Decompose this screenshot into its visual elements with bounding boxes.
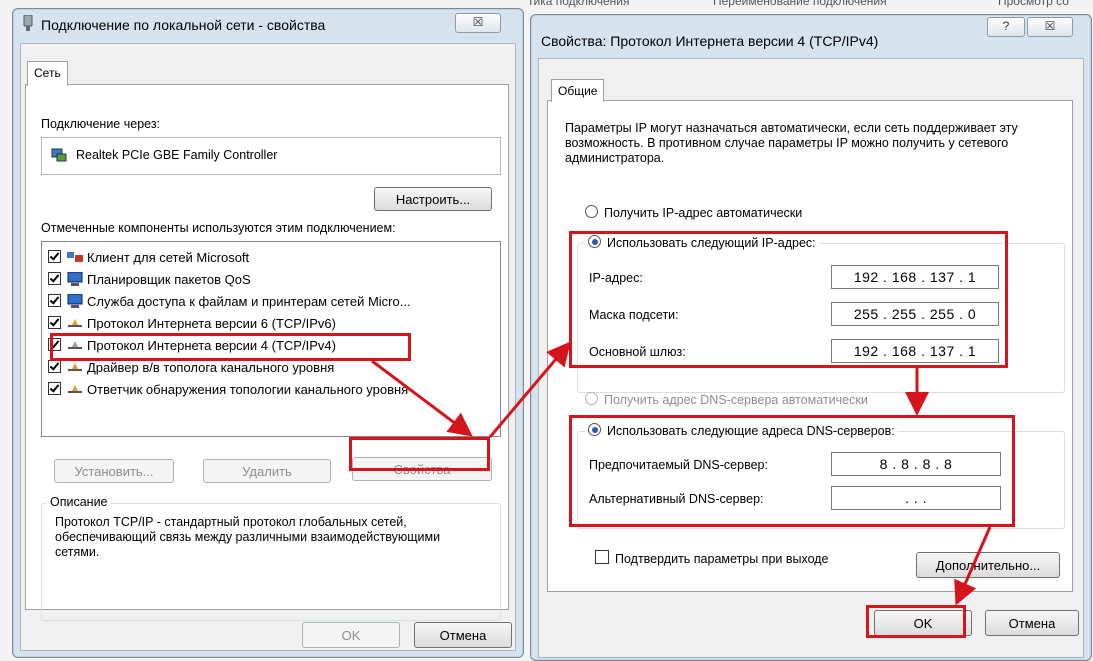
component-label: Ответчик обнаружения топологии канальног… xyxy=(87,382,409,397)
window-client: Общие Параметры IP могут назначаться авт… xyxy=(538,58,1084,658)
components-label: Отмеченные компоненты используются этим … xyxy=(41,221,396,235)
checkbox[interactable] xyxy=(48,272,61,285)
title-bar: Свойства: Протокол Интернета версии 4 (T… xyxy=(531,15,1091,49)
checkbox[interactable] xyxy=(48,338,61,351)
manual-ip-label: Использовать следующий IP-адрес: xyxy=(607,236,816,250)
component-label: Драйвер в/в тополога канального уровня xyxy=(87,360,335,375)
adapter-box: Realtek PCIe GBE Family Controller xyxy=(41,137,501,175)
list-item[interactable]: Драйвер в/в тополога канального уровня xyxy=(48,357,334,379)
protocol-icon xyxy=(67,337,83,351)
component-label: Планировщик пакетов QoS xyxy=(87,272,251,287)
alternate-dns-label: Альтернативный DNS-сервер: xyxy=(589,492,764,506)
connect-via-label: Подключение через: xyxy=(41,117,161,131)
gateway-label: Основной шлюз: xyxy=(589,345,686,359)
checkbox[interactable] xyxy=(48,382,61,395)
manual-dns-option[interactable]: Использовать следующие адреса DNS-сервер… xyxy=(585,423,898,438)
list-item[interactable]: Протокол Интернета версии 4 (TCP/IPv4) xyxy=(48,335,336,357)
cancel-button[interactable]: Отмена xyxy=(985,610,1079,636)
components-list: Клиент для сетей Microsoft Планировщик п… xyxy=(41,241,501,437)
ip-address-label: IP-адрес: xyxy=(589,271,643,285)
window-title: Подключение по локальной сети - свойства xyxy=(41,17,326,33)
checkbox[interactable] xyxy=(48,360,61,373)
bg-title-3: Просмотр со xyxy=(998,0,1069,8)
tab-general[interactable]: Общие xyxy=(551,79,605,102)
validate-option[interactable]: Подтвердить параметры при выходе xyxy=(595,550,829,566)
bg-title-1: тика подключения xyxy=(528,0,630,8)
radio-button[interactable] xyxy=(585,392,598,405)
list-item[interactable]: Служба доступа к файлам и принтерам сете… xyxy=(48,291,411,313)
subnet-mask-input[interactable]: 255 . 255 . 255 . 0 xyxy=(831,302,999,326)
protocol-icon xyxy=(67,381,83,395)
preferred-dns-input[interactable]: 8 . 8 . 8 . 8 xyxy=(831,452,1001,476)
description-title: Описание xyxy=(47,495,111,509)
radio-button[interactable] xyxy=(588,423,601,436)
checkbox[interactable] xyxy=(48,294,61,307)
checkbox[interactable] xyxy=(595,550,609,564)
ok-button[interactable]: OK xyxy=(874,610,972,636)
auto-dns-option[interactable]: Получить адрес DNS-сервера автоматически xyxy=(585,392,868,407)
alternate-dns-input[interactable]: . . . xyxy=(831,486,1001,510)
protocol-icon xyxy=(67,359,83,373)
intro-text: Параметры IP могут назначаться автоматич… xyxy=(565,121,1018,165)
network-adapter-icon xyxy=(51,148,67,162)
radio-button[interactable] xyxy=(588,235,601,248)
preferred-dns-label: Предпочитаемый DNS-сервер: xyxy=(589,458,768,472)
component-label: Протокол Интернета версии 6 (TCP/IPv6) xyxy=(87,316,336,331)
ipv4-properties-window: Свойства: Протокол Интернета версии 4 (T… xyxy=(530,14,1092,661)
description-text: Протокол TCP/IP - стандартный протокол г… xyxy=(55,515,441,559)
cancel-button[interactable]: Отмена xyxy=(414,622,512,648)
help-button[interactable]: ? xyxy=(987,17,1025,37)
computer-icon xyxy=(67,293,83,308)
close-button[interactable]: ☒ xyxy=(1027,17,1073,37)
validate-label: Подтвердить параметры при выходе xyxy=(615,552,829,566)
dns-group xyxy=(577,431,1065,529)
bg-title-2: Переименование подключения xyxy=(713,0,887,8)
list-item[interactable]: Протокол Интернета версии 6 (TCP/IPv6) xyxy=(48,313,336,335)
window-title: Свойства: Протокол Интернета версии 4 (T… xyxy=(541,33,879,49)
background-window-titles: тика подключения Переименование подключе… xyxy=(528,0,1093,14)
configure-button[interactable]: Настроить... xyxy=(374,187,492,211)
auto-ip-label: Получить IP-адрес автоматически xyxy=(604,206,803,220)
title-bar: Подключение по локальной сети - свойства… xyxy=(13,9,523,39)
remove-button[interactable]: Удалить xyxy=(203,459,331,483)
auto-ip-option[interactable]: Получить IP-адрес автоматически xyxy=(585,205,802,220)
protocol-icon xyxy=(67,315,83,329)
component-label: Служба доступа к файлам и принтерам сете… xyxy=(87,294,411,309)
list-item[interactable]: Планировщик пакетов QoS xyxy=(48,269,251,291)
list-item[interactable]: Ответчик обнаружения топологии канальног… xyxy=(48,379,408,401)
auto-dns-label: Получить адрес DNS-сервера автоматически xyxy=(604,393,868,407)
manual-dns-label: Использовать следующие адреса DNS-сервер… xyxy=(607,424,895,438)
radio-button[interactable] xyxy=(585,205,598,218)
ip-address-input[interactable]: 192 . 168 . 137 . 1 xyxy=(831,265,999,289)
list-item[interactable]: Клиент для сетей Microsoft xyxy=(48,247,249,269)
window-client: Сеть Подключение через: Realtek PCIe GBE… xyxy=(20,43,516,651)
checkbox[interactable] xyxy=(48,316,61,329)
close-button[interactable]: ☒ xyxy=(455,13,501,33)
adapter-name: Realtek PCIe GBE Family Controller xyxy=(76,148,278,162)
advanced-button[interactable]: Дополнительно... xyxy=(916,552,1060,578)
network-adapter-icon xyxy=(23,14,33,31)
properties-button[interactable]: Свойства xyxy=(352,457,492,481)
tab-network[interactable]: Сеть xyxy=(27,61,68,86)
manual-ip-option[interactable]: Использовать следующий IP-адрес: xyxy=(585,235,819,250)
ok-button[interactable]: OK xyxy=(302,622,400,648)
checkbox[interactable] xyxy=(48,250,61,263)
install-button[interactable]: Установить... xyxy=(54,459,174,483)
component-label: Протокол Интернета версии 4 (TCP/IPv4) xyxy=(87,338,336,353)
component-label: Клиент для сетей Microsoft xyxy=(87,250,250,265)
computer-icon xyxy=(67,271,83,286)
lan-properties-window: Подключение по локальной сети - свойства… xyxy=(12,8,524,658)
network-client-icon xyxy=(67,249,83,263)
subnet-mask-label: Маска подсети: xyxy=(589,308,679,322)
gateway-input[interactable]: 192 . 168 . 137 . 1 xyxy=(831,339,999,363)
